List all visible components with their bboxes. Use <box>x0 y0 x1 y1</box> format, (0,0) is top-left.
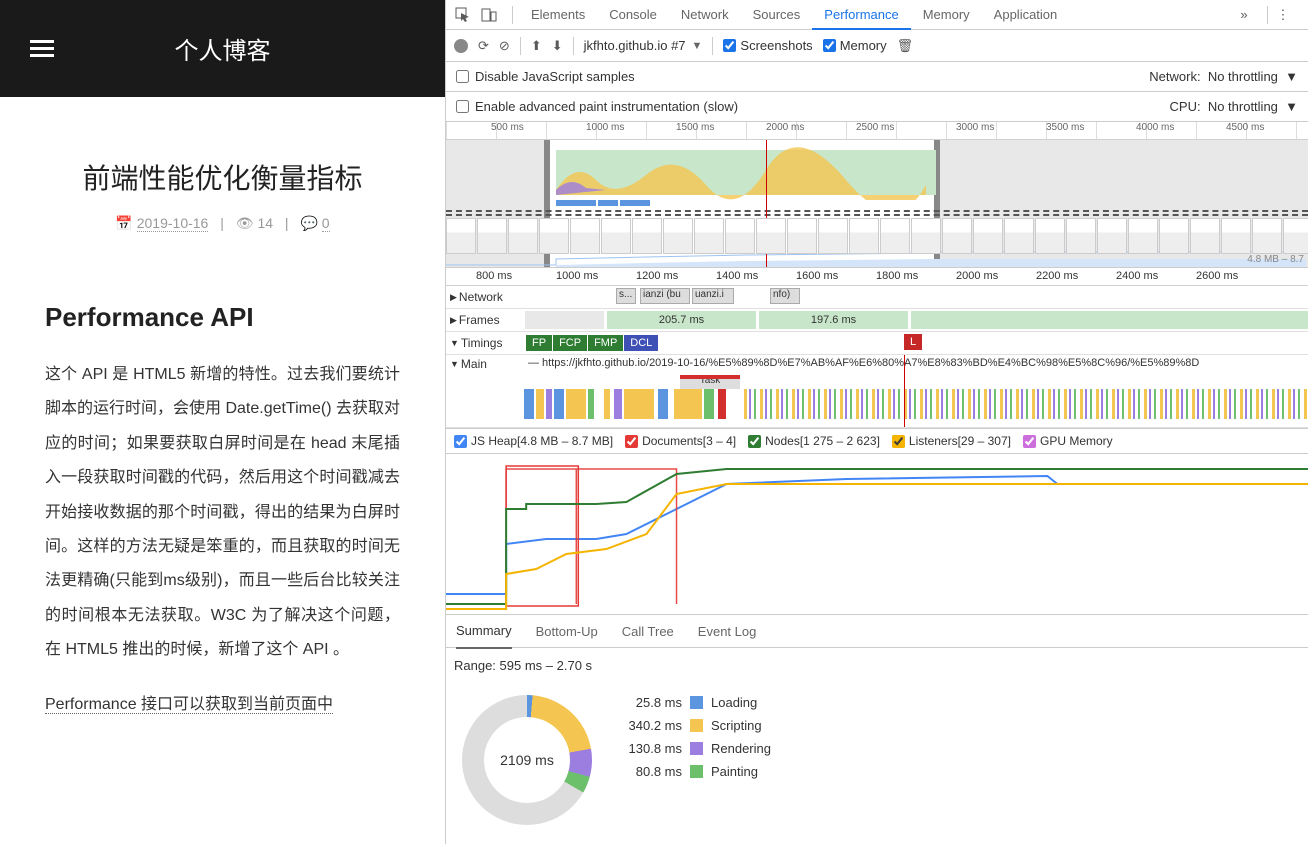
network-throttle[interactable]: Network: No throttling ▼ <box>1149 69 1298 84</box>
clear-icon[interactable]: ⊘ <box>499 38 510 54</box>
calendar-icon: 📅 <box>115 215 132 231</box>
site-title: 个人博客 <box>175 31 271 66</box>
network-track[interactable]: ▶ Network s... ianzi (bu uanzi.i nfo) <box>446 286 1308 309</box>
trash-icon[interactable]: 🗑 <box>897 38 914 54</box>
device-icon[interactable] <box>480 6 498 24</box>
section-heading: Performance API <box>45 302 400 333</box>
more-tabs-icon[interactable]: » <box>1235 6 1253 24</box>
perf-toolbar: ⟳ ⊘ ⬆ ⬇ jkfhto.github.io #7 ▼ Screenshot… <box>446 30 1308 62</box>
main-track[interactable]: ▼ Main — https://jkfhto.github.io/2019-1… <box>446 355 1308 428</box>
donut-total: 2109 ms <box>462 695 592 825</box>
main-url: — https://jkfhto.github.io/2019-10-16/%E… <box>524 355 1308 371</box>
inspect-icon[interactable] <box>454 6 472 24</box>
recording-url[interactable]: jkfhto.github.io #7 <box>584 38 686 53</box>
devtools-panel: Elements Console Network Sources Perform… <box>445 0 1308 844</box>
menu-icon[interactable] <box>30 40 54 58</box>
devtools-tabs: Elements Console Network Sources Perform… <box>446 0 1308 30</box>
legend-nodes[interactable]: Nodes[1 275 – 2 623] <box>748 434 880 448</box>
post-paragraph: Performance 接口可以获取到当前页面中 <box>45 688 400 722</box>
overview-ruler[interactable]: 500 ms 1000 ms 1500 ms 2000 ms 2500 ms 3… <box>446 122 1308 140</box>
legend-row: 25.8 msLoading <box>612 695 771 710</box>
summary-legend: 25.8 msLoading 340.2 msScripting 130.8 msR… <box>612 695 771 825</box>
tab-network[interactable]: Network <box>669 0 741 30</box>
legend-js-heap[interactable]: JS Heap[4.8 MB – 8.7 MB] <box>454 434 613 448</box>
blog-panel: 个人博客 前端性能优化衡量指标 📅 2019-10-16 | 👁 14 | 💬 … <box>0 0 445 844</box>
reload-icon[interactable]: ⟳ <box>478 38 489 54</box>
advanced-paint-checkbox[interactable]: Enable advanced paint instrumentation (s… <box>456 99 738 114</box>
chevron-down-icon[interactable]: ▼ <box>692 40 703 52</box>
timings-track[interactable]: ▼ Timings FPFCPFMPDCL L <box>446 332 1308 355</box>
record-button[interactable] <box>454 39 468 53</box>
screenshots-checkbox[interactable]: Screenshots <box>723 38 812 53</box>
post-meta: 📅 2019-10-16 | 👁 14 | 💬 0 <box>45 215 400 232</box>
legend-documents[interactable]: Documents[3 – 4] <box>625 434 736 448</box>
legend-listeners[interactable]: Listeners[29 – 307] <box>892 434 1011 448</box>
overview-pane[interactable]: 4.8 MB – 8.7 <box>446 140 1308 268</box>
upload-icon[interactable]: ⬆ <box>531 38 542 54</box>
memory-checkbox[interactable]: Memory <box>823 38 887 53</box>
memory-range-label: 4.8 MB – 8.7 <box>1247 254 1304 265</box>
tab-call-tree[interactable]: Call Tree <box>622 614 674 648</box>
comment-icon: 💬 <box>300 215 317 231</box>
tab-memory[interactable]: Memory <box>911 0 982 30</box>
memory-legend: JS Heap[4.8 MB – 8.7 MB] Documents[3 – 4… <box>446 428 1308 454</box>
tab-summary[interactable]: Summary <box>456 615 512 649</box>
tab-elements[interactable]: Elements <box>519 0 597 30</box>
disable-js-row: Disable JavaScript samples Network: No t… <box>446 62 1308 92</box>
eye-icon: 👁 <box>236 215 254 231</box>
flamechart-ruler[interactable]: 800 ms 1000 ms 1200 ms 1400 ms 1600 ms 1… <box>446 268 1308 286</box>
tab-application[interactable]: Application <box>982 0 1070 30</box>
post-title: 前端性能优化衡量指标 <box>45 157 400 197</box>
kebab-icon[interactable]: ⋮ <box>1274 6 1292 24</box>
cpu-throttle[interactable]: CPU: No throttling ▼ <box>1170 99 1298 114</box>
legend-row: 340.2 msScripting <box>612 718 771 733</box>
view-count: 14 <box>257 215 273 231</box>
legend-gpu[interactable]: GPU Memory <box>1023 434 1113 448</box>
post-date[interactable]: 2019-10-16 <box>137 215 209 232</box>
disable-js-checkbox[interactable]: Disable JavaScript samples <box>456 69 635 84</box>
range-label: Range: 595 ms – 2.70 s <box>454 658 1300 673</box>
blog-body: 前端性能优化衡量指标 📅 2019-10-16 | 👁 14 | 💬 0 Per… <box>0 97 445 722</box>
post-paragraph: 这个 API 是 HTML5 新增的特性。过去我们要统计脚本的运行时间，会使用 … <box>45 358 400 668</box>
tab-performance[interactable]: Performance <box>812 0 910 30</box>
memory-chart[interactable] <box>446 454 1308 614</box>
summary-donut: 2109 ms <box>462 695 592 825</box>
comment-count[interactable]: 0 <box>322 215 330 232</box>
tab-console[interactable]: Console <box>597 0 669 30</box>
advanced-paint-row: Enable advanced paint instrumentation (s… <box>446 92 1308 122</box>
tab-event-log[interactable]: Event Log <box>698 614 757 648</box>
legend-row: 80.8 msPainting <box>612 764 771 779</box>
tab-bottom-up[interactable]: Bottom-Up <box>536 614 598 648</box>
summary-tabs: Summary Bottom-Up Call Tree Event Log <box>446 614 1308 648</box>
legend-row: 130.8 msRendering <box>612 741 771 756</box>
download-icon[interactable]: ⬇ <box>552 38 563 54</box>
blog-header: 个人博客 <box>0 0 445 97</box>
summary-body: 2109 ms 25.8 msLoading 340.2 msScripting 1… <box>454 683 1300 837</box>
frames-track[interactable]: ▶ Frames 205.7 ms 197.6 ms <box>446 309 1308 332</box>
tab-sources[interactable]: Sources <box>741 0 813 30</box>
